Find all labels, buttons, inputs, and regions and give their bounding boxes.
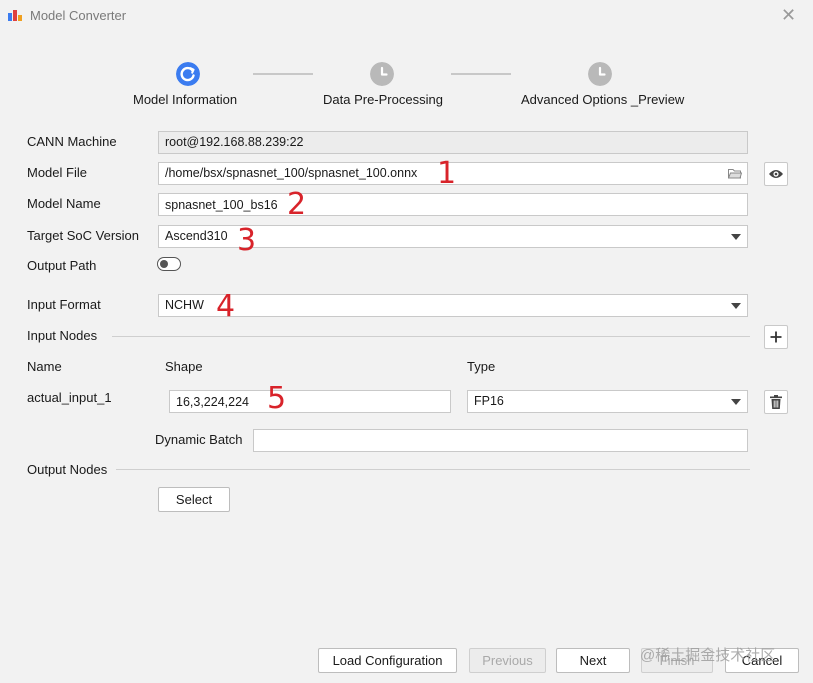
clock-icon: [588, 62, 612, 86]
current-step-icon: [176, 62, 200, 86]
annotation-marker: 5: [267, 381, 287, 416]
column-header-type: Type: [467, 359, 496, 374]
chevron-down-icon: [731, 234, 741, 240]
window-title: Model Converter: [30, 8, 127, 23]
delete-input-node-button[interactable]: [764, 390, 788, 414]
column-header-shape: Shape: [165, 359, 203, 374]
input-format-value: NCHW: [165, 298, 204, 312]
dynamic-batch-input[interactable]: [253, 429, 748, 452]
annotation-marker: 2: [287, 187, 307, 222]
step-connector: [253, 73, 313, 75]
divider: [116, 469, 750, 470]
input-node-name: actual_input_1: [27, 390, 112, 405]
step-label-model-information: Model Information: [133, 92, 238, 107]
input-node-shape-input[interactable]: [169, 390, 451, 413]
title-bar: Model Converter ✕: [0, 0, 813, 32]
target-soc-value: Ascend310: [165, 229, 228, 243]
clock-icon: [370, 62, 394, 86]
chevron-down-icon: [731, 303, 741, 309]
plus-icon: [770, 331, 782, 343]
app-logo-icon: [8, 10, 22, 21]
step-label-data-preprocessing: Data Pre-Processing: [323, 92, 443, 107]
preview-model-button[interactable]: [764, 162, 788, 186]
annotation-marker: 1: [437, 156, 457, 191]
model-file-label: Model File: [27, 165, 87, 180]
input-nodes-label: Input Nodes: [27, 328, 98, 343]
input-format-select[interactable]: NCHW: [158, 294, 748, 317]
divider: [112, 336, 750, 337]
next-button[interactable]: Next: [556, 648, 630, 673]
output-path-toggle[interactable]: [157, 257, 181, 271]
step-label-advanced-options: Advanced Options _Preview: [521, 92, 685, 107]
annotation-marker: 3: [237, 223, 257, 258]
dynamic-batch-label: Dynamic Batch: [155, 432, 243, 447]
annotation-marker: 4: [216, 289, 236, 324]
input-node-type-value: FP16: [474, 394, 504, 408]
load-configuration-button[interactable]: Load Configuration: [318, 648, 457, 673]
eye-icon: [769, 170, 783, 178]
watermark: @稀土掘金技术社区: [640, 647, 776, 664]
add-input-node-button[interactable]: [764, 325, 788, 349]
model-file-value: /home/bsx/spnasnet_100/spnasnet_100.onnx: [165, 166, 418, 180]
target-soc-label: Target SoC Version: [27, 228, 140, 243]
output-nodes-label: Output Nodes: [27, 462, 108, 477]
step-connector: [451, 73, 511, 75]
column-header-name: Name: [27, 359, 62, 374]
previous-button[interactable]: Previous: [469, 648, 546, 673]
input-node-type-select[interactable]: FP16: [467, 390, 748, 413]
model-name-input[interactable]: [158, 193, 748, 216]
trash-icon: [770, 395, 782, 409]
close-icon[interactable]: ✕: [781, 5, 796, 25]
select-output-nodes-button[interactable]: Select: [158, 487, 230, 512]
cann-machine-label: CANN Machine: [27, 134, 117, 149]
toggle-knob: [160, 260, 168, 268]
input-format-label: Input Format: [27, 297, 101, 312]
chevron-down-icon: [731, 399, 741, 405]
cann-machine-field: root@192.168.88.239:22: [158, 131, 748, 154]
model-name-label: Model Name: [27, 196, 101, 211]
output-path-label: Output Path: [27, 258, 97, 273]
folder-open-icon[interactable]: [728, 168, 742, 179]
